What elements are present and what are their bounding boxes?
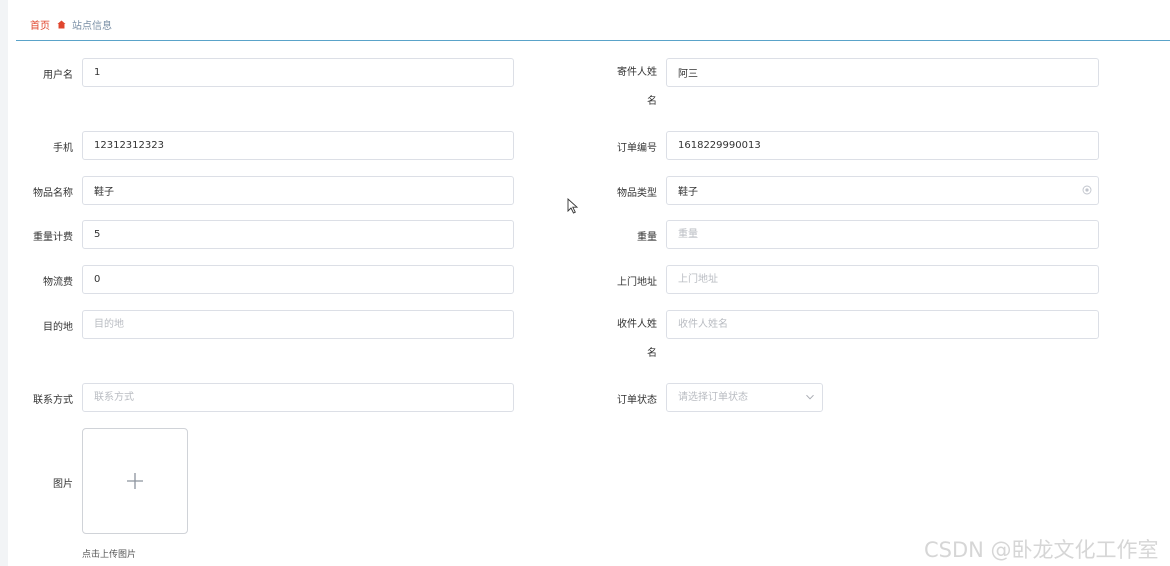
plus-icon [127,473,143,489]
order-no-label: 订单编号 [617,143,657,154]
breadcrumb-home-link[interactable]: 首页 [30,17,50,32]
item-name-label: 物品名称 [33,188,73,199]
order-status-label: 订单状态 [617,395,657,406]
upload-hint-text: 点击上传图片 [82,550,137,560]
breadcrumb: 首页 站点信息 [16,8,1170,41]
clear-circle-icon[interactable] [1082,185,1092,195]
item-type-label: 物品类型 [617,188,657,199]
item-type-input[interactable] [666,176,1099,205]
destination-input[interactable] [82,310,514,339]
left-sidebar-edge [0,0,8,566]
breadcrumb-current: 站点信息 [72,20,112,32]
order-no-input[interactable] [666,131,1099,160]
receiver-name-label: 收件人姓名 [617,319,657,359]
chevron-down-icon[interactable] [805,392,815,402]
weight-fee-input[interactable] [82,220,514,249]
weight-fee-label: 重量计费 [33,232,73,243]
contact-label: 联系方式 [33,395,73,406]
image-upload-area[interactable] [82,428,188,534]
logistics-fee-label: 物流费 [43,277,73,288]
contact-input[interactable] [82,383,514,412]
mouse-cursor-icon [567,198,579,214]
username-label: 用户名 [43,70,73,81]
pickup-address-input[interactable] [666,265,1099,294]
phone-input[interactable] [82,131,514,160]
username-input[interactable] [82,58,514,87]
order-status-select[interactable] [666,383,823,412]
receiver-name-input[interactable] [666,310,1099,339]
destination-label: 目的地 [43,322,73,333]
weight-label: 重量 [637,232,657,243]
image-label: 图片 [53,479,73,490]
item-name-input[interactable] [82,176,514,205]
home-icon [57,19,66,29]
weight-input[interactable] [666,220,1099,249]
logistics-fee-input[interactable] [82,265,514,294]
sender-name-label: 寄件人姓名 [617,67,657,107]
sender-name-input[interactable] [666,58,1099,87]
watermark: CSDN @卧龙文化工作室 [924,538,1159,562]
pickup-address-label: 上门地址 [617,277,657,288]
phone-label: 手机 [53,143,73,154]
